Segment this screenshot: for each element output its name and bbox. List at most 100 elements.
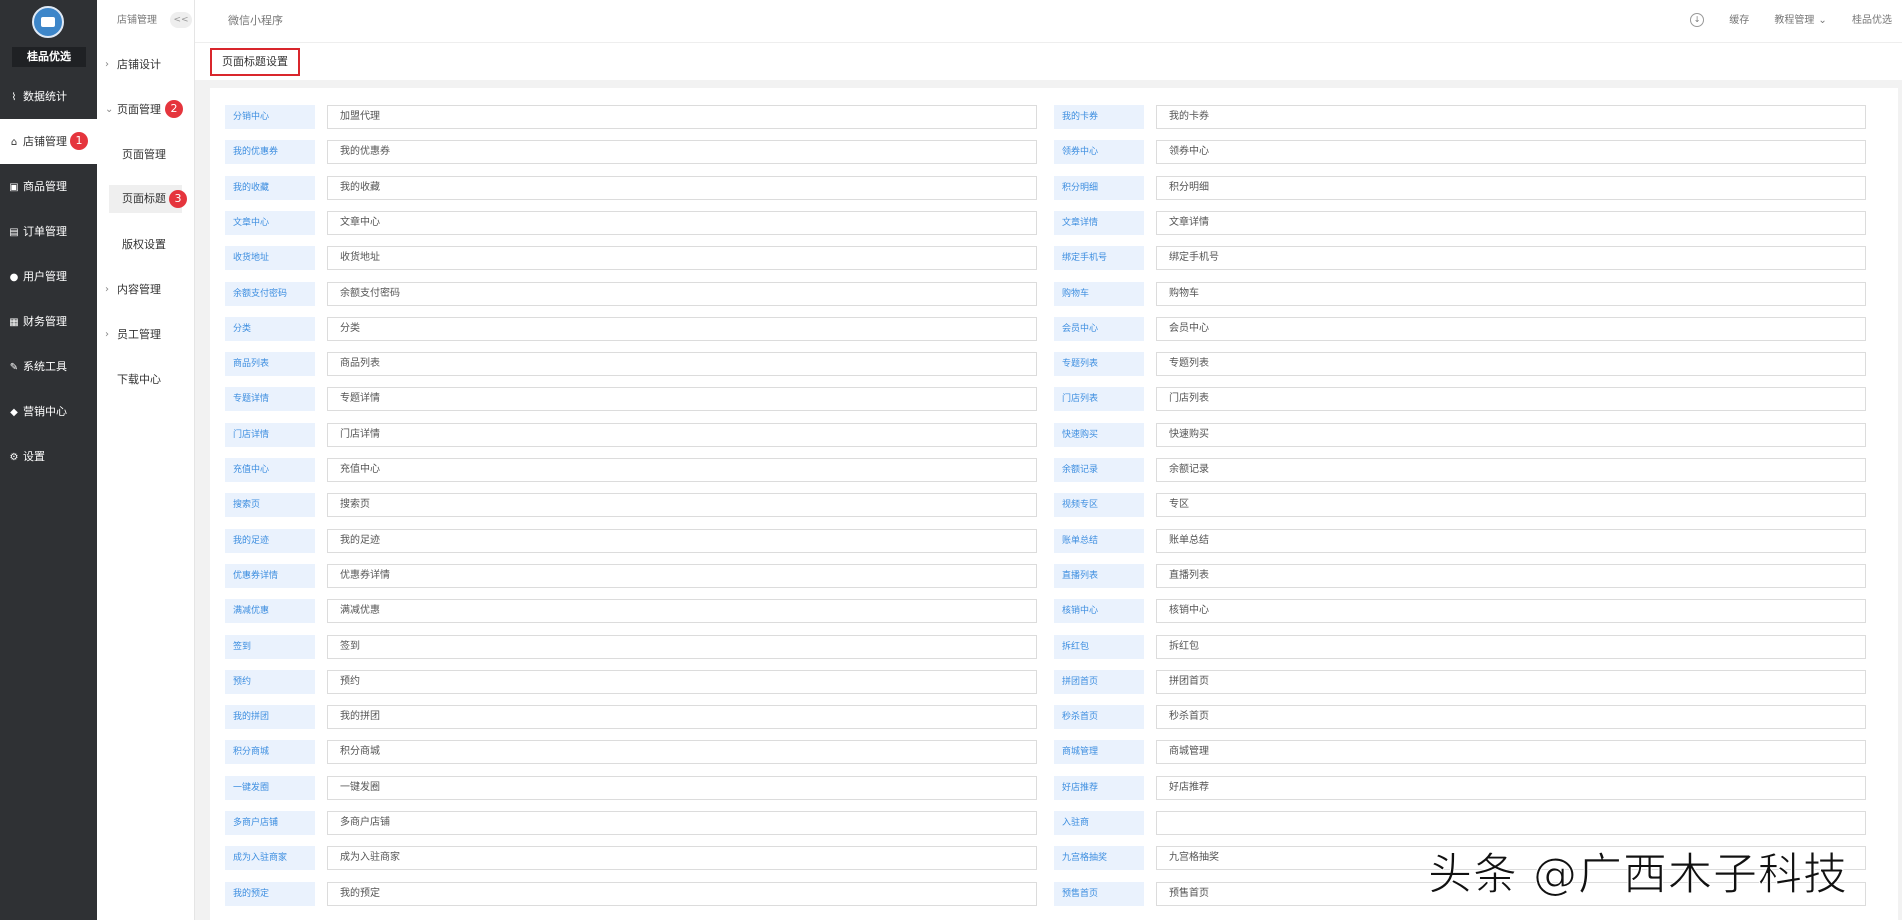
page-title-input[interactable]: 快速购买 (1156, 422, 1866, 447)
page-title-input[interactable]: 好店推荐 (1156, 775, 1866, 800)
page-title-input[interactable]: 一键发圈 (327, 775, 1037, 800)
page-title-input[interactable]: 专题详情 (327, 387, 1037, 412)
page-title-input[interactable]: 成为入驻商家 (327, 846, 1037, 871)
page-title-input[interactable]: 余额支付密码 (327, 281, 1037, 306)
page-title-input[interactable]: 购物车 (1156, 281, 1866, 306)
page-title-input[interactable]: 我的卡券 (1156, 105, 1866, 129)
page-title-input[interactable]: 充值中心 (327, 458, 1037, 482)
sidebar-item-label: 用户管理 (23, 270, 67, 283)
tab-bar: 页面标题设置 (195, 43, 1902, 80)
logo-area: 桂品优选 (0, 0, 97, 74)
page-title-input[interactable]: 领券中心 (1156, 140, 1866, 165)
goods-icon: ▣ (9, 182, 19, 193)
subnav-item-6[interactable]: › 员工管理 (97, 312, 194, 357)
page-title-input[interactable]: 加盟代理 (327, 105, 1037, 129)
page-title-input[interactable]: 我的拼团 (327, 705, 1037, 730)
sidebar-item-0[interactable]: ⌇ 数据统计 (0, 74, 97, 119)
page-title-input[interactable]: 搜索页 (327, 493, 1037, 518)
order-icon: ▤ (9, 227, 19, 238)
subnav-item-label: 页面管理 (122, 148, 166, 161)
breadcrumb[interactable]: 微信小程序 (228, 0, 283, 42)
page-title-input[interactable]: 签到 (327, 634, 1037, 659)
page-title-input[interactable]: 满减优惠 (327, 599, 1037, 624)
sidebar-item-5[interactable]: ▦ 财务管理 (0, 299, 97, 344)
page-title-input[interactable]: 账单总结 (1156, 528, 1866, 553)
page-title-input[interactable]: 秒杀首页 (1156, 705, 1866, 730)
page-title-input[interactable]: 绑定手机号 (1156, 246, 1866, 271)
store-logo-icon (32, 6, 64, 38)
page-title-input[interactable]: 拆红包 (1156, 634, 1866, 659)
subnav-item-1[interactable]: ⌄ 页面管理 2 (97, 87, 194, 132)
page-title-input[interactable]: 预约 (327, 669, 1037, 694)
sidebar-item-2[interactable]: ▣ 商品管理 (0, 164, 97, 209)
page-title-input[interactable]: 多商户店铺 (327, 811, 1037, 835)
page-title-input[interactable]: 积分明细 (1156, 175, 1866, 200)
form-row: 预约 预约 (225, 669, 1050, 694)
page-title-input[interactable]: 专题列表 (1156, 352, 1866, 377)
field-label: 商城管理 (1054, 740, 1144, 765)
sidebar-item-label: 财务管理 (23, 315, 67, 328)
collapse-sidebar-button[interactable]: << (170, 12, 192, 28)
cache-button[interactable]: 缓存 (1729, 15, 1749, 26)
page-title-input[interactable]: 优惠券详情 (327, 563, 1037, 588)
subnav-item-0[interactable]: › 店铺设计 (97, 42, 194, 87)
field-label: 收货地址 (225, 246, 315, 271)
subnav-item-label: 店铺设计 (117, 58, 161, 71)
page-title-input[interactable]: 文章详情 (1156, 210, 1866, 235)
field-label: 预约 (225, 669, 315, 694)
page-title-input[interactable]: 我的优惠券 (327, 140, 1037, 165)
tutorial-menu[interactable]: 教程管理 ⌄ (1774, 15, 1826, 26)
page-title-input[interactable]: 余额记录 (1156, 458, 1866, 482)
page-title-input[interactable]: 分类 (327, 316, 1037, 341)
sidebar-item-8[interactable]: ⚙ 设置 (0, 434, 97, 479)
download-icon[interactable]: ↓ (1690, 13, 1705, 27)
page-title-input[interactable]: 会员中心 (1156, 316, 1866, 341)
subnav-item-7[interactable]: 下载中心 (97, 357, 194, 402)
page-title-input[interactable]: 收货地址 (327, 246, 1037, 271)
sidebar-item-3[interactable]: ▤ 订单管理 (0, 209, 97, 254)
sidebar-item-6[interactable]: ✎ 系统工具 (0, 344, 97, 389)
form-row: 分类 分类 (225, 316, 1050, 341)
chevron-down-icon: ⌄ (105, 104, 114, 115)
field-label: 签到 (225, 634, 315, 659)
form-row: 分销中心 加盟代理 (225, 105, 1050, 129)
field-label: 成为入驻商家 (225, 846, 315, 871)
user-menu[interactable]: 桂品优选 (1852, 15, 1892, 26)
form-row: 专题列表 专题列表 (1054, 352, 1879, 377)
sidebar-item-label: 系统工具 (23, 360, 67, 373)
subnav-item-5[interactable]: › 内容管理 (97, 267, 194, 312)
page-title-input[interactable]: 商城管理 (1156, 740, 1866, 765)
sidebar-item-4[interactable]: ● 用户管理 (0, 254, 97, 299)
field-label: 多商户店铺 (225, 811, 315, 835)
page-title-input[interactable]: 文章中心 (327, 210, 1037, 235)
page-title-input[interactable]: 核销中心 (1156, 599, 1866, 624)
page-title-input[interactable]: 直播列表 (1156, 563, 1866, 588)
page-title-input[interactable] (1156, 811, 1866, 835)
form-row: 会员中心 会员中心 (1054, 316, 1879, 341)
form-row: 积分明细 积分明细 (1054, 175, 1879, 200)
field-label: 积分明细 (1054, 175, 1144, 200)
page-title-input[interactable]: 商品列表 (327, 352, 1037, 377)
sidebar-item-1[interactable]: ⌂ 店铺管理 1 (0, 119, 97, 164)
subnav-header: 店铺管理 << (97, 0, 194, 42)
page-title-input[interactable]: 我的预定 (327, 881, 1037, 906)
tab-page-title-settings[interactable]: 页面标题设置 (210, 48, 300, 76)
page-title-input[interactable]: 拼团首页 (1156, 669, 1866, 694)
page-title-input[interactable]: 门店列表 (1156, 387, 1866, 412)
field-label: 我的足迹 (225, 528, 315, 553)
page-title-input[interactable]: 门店详情 (327, 422, 1037, 447)
page-title-input[interactable]: 专区 (1156, 493, 1866, 518)
marketing-icon: ◆ (10, 407, 18, 418)
page-title-input[interactable]: 我的收藏 (327, 175, 1037, 200)
subnav-item-3[interactable]: 页面标题 3 (109, 185, 187, 213)
field-label: 核销中心 (1054, 599, 1144, 624)
subnav-item-4[interactable]: 版权设置 (97, 222, 194, 267)
field-label: 优惠券详情 (225, 563, 315, 588)
sidebar-item-7[interactable]: ◆ 营销中心 (0, 389, 97, 434)
field-label: 账单总结 (1054, 528, 1144, 553)
field-label: 专题详情 (225, 387, 315, 412)
page-title-input[interactable]: 我的足迹 (327, 528, 1037, 553)
gear-icon: ⚙ (9, 452, 19, 463)
subnav-item-2[interactable]: 页面管理 (97, 132, 194, 177)
page-title-input[interactable]: 积分商城 (327, 740, 1037, 765)
